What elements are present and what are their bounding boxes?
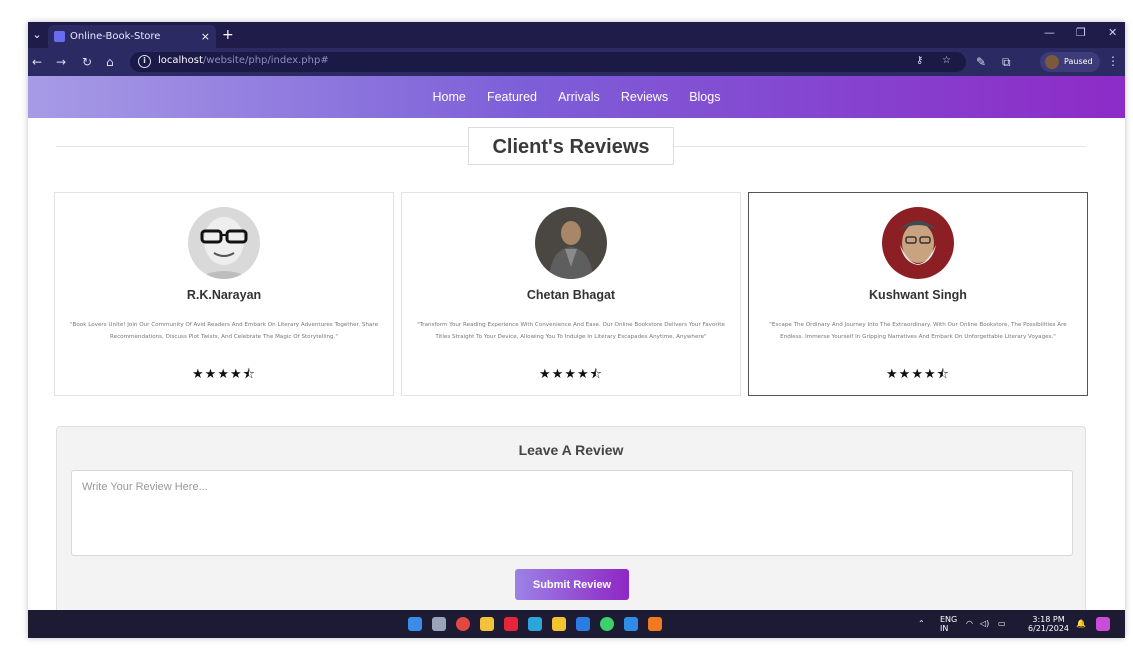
tab-bar: ⌄ Online-Book-Store × + — ❐ ✕ bbox=[28, 22, 1125, 48]
reviewer-name: Kushwant Singh bbox=[869, 288, 967, 302]
restore-icon[interactable]: ❐ bbox=[1076, 26, 1086, 39]
tab-title: Online-Book-Store bbox=[70, 31, 161, 42]
forward-arrow-icon[interactable]: → bbox=[56, 53, 66, 71]
language-indicator[interactable]: ENG IN bbox=[940, 615, 957, 633]
file-explorer-icon[interactable] bbox=[480, 617, 494, 631]
reviewer-avatar bbox=[535, 207, 607, 279]
pen-icon[interactable]: ✎ bbox=[976, 53, 986, 71]
nav-link-blogs[interactable]: Blogs bbox=[689, 76, 720, 118]
wifi-icon[interactable]: ◠ bbox=[966, 619, 973, 628]
address-toolbar: ← → ↻ ⌂ i localhost/website/php/index.ph… bbox=[28, 48, 1125, 76]
screenshot-frame: ⌄ Online-Book-Store × + — ❐ ✕ ← → ↻ ⌂ i … bbox=[0, 0, 1133, 650]
submit-review-button[interactable]: Submit Review bbox=[515, 569, 629, 600]
store-icon[interactable] bbox=[624, 617, 638, 631]
web-page: Home Featured Arrivals Reviews Blogs Cli… bbox=[28, 76, 1125, 610]
rating-stars: ★★★★⯪ bbox=[539, 367, 603, 382]
close-tab-icon[interactable]: × bbox=[201, 25, 210, 48]
menu-icon[interactable]: ⋮ bbox=[1107, 54, 1119, 68]
volume-icon[interactable]: ◁) bbox=[980, 619, 989, 628]
clock[interactable]: 3:18 PM 6/21/2024 bbox=[1028, 615, 1069, 633]
url-text: localhost/website/php/index.php# bbox=[158, 55, 329, 66]
leave-review-title: Leave A Review bbox=[518, 442, 624, 458]
youtube-icon[interactable] bbox=[504, 617, 518, 631]
extensions-icon[interactable]: ⧉ bbox=[1002, 53, 1011, 71]
new-tab-button[interactable]: + bbox=[222, 25, 234, 45]
review-card: R.K.Narayan "Book Lovers Unite! Join Our… bbox=[54, 192, 394, 396]
xampp-icon[interactable] bbox=[648, 617, 662, 631]
site-info-icon[interactable]: i bbox=[138, 55, 151, 68]
home-icon[interactable]: ⌂ bbox=[106, 53, 114, 71]
sticky-notes-icon[interactable] bbox=[552, 617, 566, 631]
os-taskbar: ⌃ ENG IN ◠ ◁) ▭ 3:18 PM 6/21/2024 🔔 bbox=[28, 610, 1125, 638]
close-window-icon[interactable]: ✕ bbox=[1108, 26, 1117, 39]
site-navbar: Home Featured Arrivals Reviews Blogs bbox=[28, 76, 1125, 118]
review-text: "Book Lovers Unite! Join Our Community O… bbox=[69, 322, 379, 340]
nav-link-arrivals[interactable]: Arrivals bbox=[558, 76, 600, 118]
nav-link-reviews[interactable]: Reviews bbox=[621, 76, 668, 118]
review-text: "Escape The Ordinary And Journey Into Th… bbox=[769, 322, 1067, 340]
battery-icon[interactable]: ▭ bbox=[998, 619, 1006, 628]
profile-label: Paused bbox=[1064, 57, 1093, 66]
review-text: "Transform Your Reading Experience With … bbox=[417, 322, 725, 340]
address-bar[interactable]: i localhost/website/php/index.php# ⚷ ☆ bbox=[130, 52, 966, 72]
notification-bell-icon[interactable]: 🔔 bbox=[1076, 619, 1086, 628]
reviewer-name: R.K.Narayan bbox=[186, 288, 262, 302]
task-view-icon[interactable] bbox=[432, 617, 446, 631]
copilot-icon[interactable] bbox=[1096, 617, 1110, 631]
leave-review-form: Leave A Review Submit Review bbox=[56, 426, 1086, 610]
rating-stars: ★★★★⯪ bbox=[886, 367, 950, 382]
whatsapp-icon[interactable] bbox=[600, 617, 614, 631]
section-title: Client's Reviews bbox=[468, 127, 674, 165]
browser-tab[interactable]: Online-Book-Store × bbox=[48, 25, 216, 48]
reviewer-avatar bbox=[882, 207, 954, 279]
edge-icon[interactable] bbox=[528, 617, 542, 631]
nav-link-featured[interactable]: Featured bbox=[487, 76, 537, 118]
vscode-icon[interactable] bbox=[576, 617, 590, 631]
star-icon[interactable]: ☆ bbox=[942, 55, 951, 66]
windows-start-icon[interactable] bbox=[408, 617, 422, 631]
tab-search-icon[interactable]: ⌄ bbox=[28, 25, 46, 45]
review-textarea[interactable] bbox=[71, 470, 1073, 556]
reload-icon[interactable]: ↻ bbox=[82, 53, 92, 71]
nav-link-home[interactable]: Home bbox=[433, 76, 466, 118]
rating-stars: ★★★★⯪ bbox=[192, 367, 256, 382]
review-card: Chetan Bhagat "Transform Your Reading Ex… bbox=[401, 192, 741, 396]
favicon-icon bbox=[54, 31, 65, 42]
minimize-icon[interactable]: — bbox=[1044, 26, 1055, 39]
profile-button[interactable]: Paused bbox=[1040, 52, 1100, 72]
reviewer-avatar bbox=[188, 207, 260, 279]
review-card: Kushwant Singh "Escape The Ordinary And … bbox=[748, 192, 1088, 396]
show-hidden-icons[interactable]: ⌃ bbox=[918, 619, 925, 628]
chrome-icon[interactable] bbox=[456, 617, 470, 631]
avatar bbox=[1045, 55, 1059, 69]
back-arrow-icon[interactable]: ← bbox=[32, 53, 42, 71]
key-icon[interactable]: ⚷ bbox=[916, 55, 923, 66]
browser-window: ⌄ Online-Book-Store × + — ❐ ✕ ← → ↻ ⌂ i … bbox=[28, 22, 1125, 638]
reviewer-name: Chetan Bhagat bbox=[526, 288, 616, 302]
